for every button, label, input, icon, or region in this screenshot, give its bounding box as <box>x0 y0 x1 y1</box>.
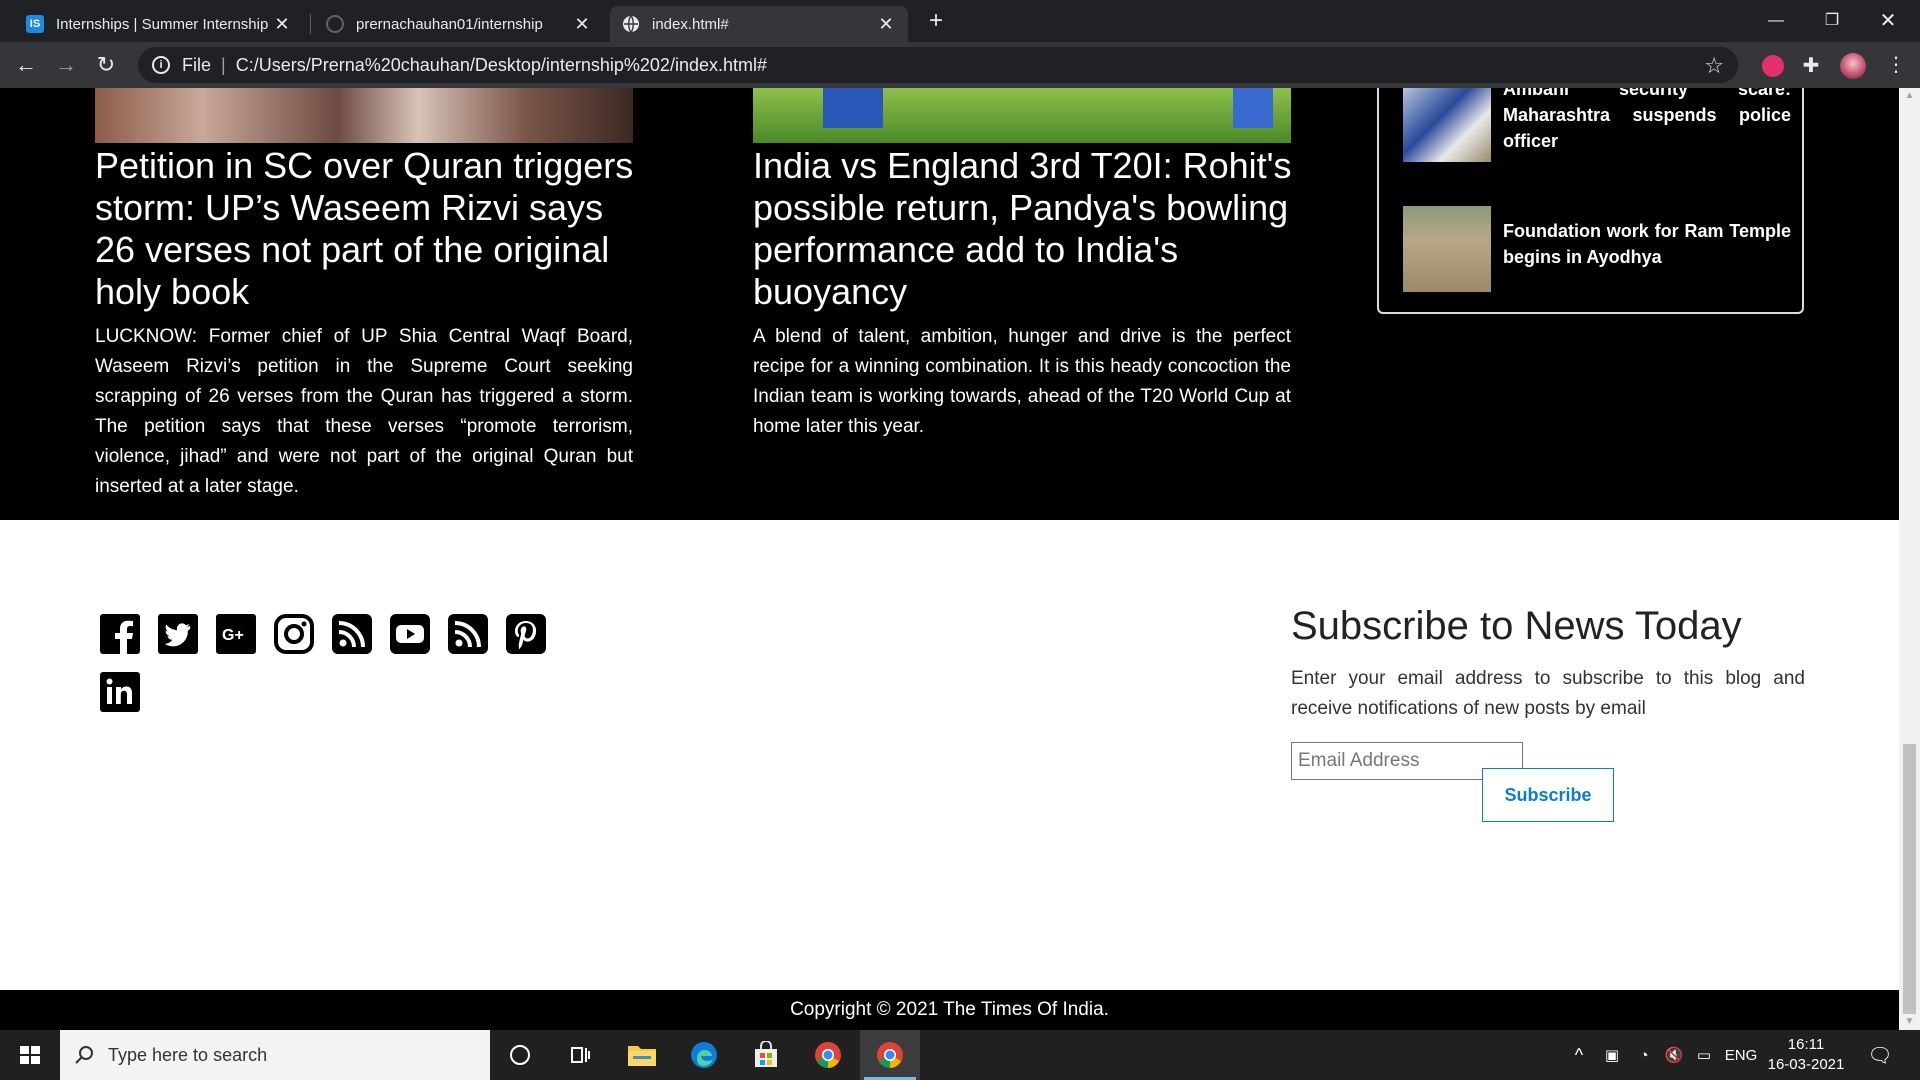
restore-button[interactable]: ❐ <box>1810 6 1854 36</box>
scroll-up-arrow-icon[interactable]: ▲ <box>1899 88 1920 104</box>
address-separator: | <box>221 54 226 75</box>
file-explorer-icon[interactable] <box>612 1030 672 1080</box>
tab-separator <box>310 14 311 34</box>
linkedin-icon[interactable] <box>98 670 142 714</box>
taskbar-search-box[interactable]: Type here to search <box>60 1030 490 1080</box>
close-tab-icon[interactable]: ✕ <box>572 14 592 35</box>
article-headline[interactable]: India vs England 3rd T20I: Rohit's possi… <box>753 145 1293 313</box>
copyright-bar: Copyright © 2021 The Times Of India. <box>0 990 1899 1030</box>
search-icon <box>75 1046 93 1064</box>
trending-thumbnail <box>1403 88 1491 162</box>
globe-icon <box>622 15 640 33</box>
back-button[interactable]: ← <box>12 51 40 79</box>
tab-title: Internships | Summer Internship <box>56 15 269 33</box>
meet-now-icon[interactable]: ▣ <box>1598 1030 1626 1080</box>
address-bar[interactable]: i File | C:/Users/Prerna%20chauhan/Deskt… <box>138 47 1738 83</box>
google-plus-icon[interactable]: G+ <box>214 612 258 656</box>
player-figure <box>1233 88 1273 128</box>
trending-title: Ambani security scare: Maharashtra suspe… <box>1503 88 1791 151</box>
article-body: A blend of talent, ambition, hunger and … <box>753 326 1291 437</box>
url-text: C:/Users/Prerna%20chauhan/Desktop/intern… <box>235 54 767 75</box>
youtube-icon[interactable] <box>388 612 432 656</box>
page-scrollbar[interactable]: ▲ ▼ <box>1899 88 1920 1030</box>
scheme-label: File <box>182 54 212 75</box>
tab-github[interactable]: prernachauhan01/internship ✕ <box>314 6 604 42</box>
windows-start-button[interactable] <box>0 1030 60 1080</box>
forward-button[interactable]: → <box>52 51 80 79</box>
chrome-active-window-icon[interactable] <box>860 1030 920 1080</box>
taskbar-search-placeholder: Type here to search <box>108 1044 268 1065</box>
svg-text:G+: G+ <box>222 627 244 644</box>
article-image-cricket[interactable] <box>753 88 1291 143</box>
article-body: LUCKNOW: Former chief of UP Shia Central… <box>95 326 633 497</box>
chrome-icon[interactable] <box>798 1030 858 1080</box>
twitter-icon[interactable] <box>156 612 200 656</box>
language-indicator[interactable]: ENG <box>1722 1030 1760 1080</box>
close-window-button[interactable]: ✕ <box>1866 6 1910 36</box>
bookmark-star-icon[interactable]: ☆ <box>1704 53 1724 79</box>
browser-toolbar: ← → ↻ i File | C:/Users/Prerna%20chauhan… <box>0 42 1920 88</box>
pinterest-icon[interactable] <box>504 612 548 656</box>
tab-title: prernachauhan01/internship <box>356 15 543 33</box>
subscribe-description: Enter your email address to subscribe to… <box>1291 668 1805 719</box>
rss-icon[interactable] <box>446 612 490 656</box>
subscribe-button[interactable]: Subscribe <box>1482 768 1614 822</box>
close-tab-icon[interactable]: ✕ <box>876 14 896 35</box>
article-headline[interactable]: Petition in SC over Quran triggers storm… <box>95 145 635 313</box>
instagram-extension-icon[interactable] <box>1762 55 1784 77</box>
subscribe-title: Subscribe to News Today <box>1291 604 1742 648</box>
edge-browser-icon[interactable] <box>674 1030 734 1080</box>
news-section: Petition in SC over Quran triggers storm… <box>0 88 1899 520</box>
browser-tab-bar: IS Internships | Summer Internship ✕ pre… <box>0 0 1920 42</box>
minimize-button[interactable]: — <box>1754 6 1798 36</box>
reload-button[interactable]: ↻ <box>92 51 120 79</box>
instagram-icon[interactable] <box>272 612 316 656</box>
action-center-icon[interactable]: 🗨 <box>1862 1030 1898 1080</box>
show-hidden-icons-chevron-icon[interactable]: ^ <box>1566 1030 1592 1080</box>
article-image-quran[interactable] <box>95 88 633 143</box>
clock[interactable]: 16:11 16-03-2021 <box>1764 1030 1848 1080</box>
github-icon <box>326 15 344 33</box>
trending-news-box: Ambani security scare: Maharashtra suspe… <box>1377 88 1804 314</box>
wifi-icon[interactable]: ◔ <box>1630 1030 1658 1080</box>
volume-muted-icon[interactable]: 🔇 <box>1660 1030 1688 1080</box>
trending-thumbnail <box>1403 206 1491 292</box>
new-tab-button[interactable]: + <box>922 8 950 36</box>
rss-icon[interactable] <box>330 612 374 656</box>
player-figure <box>823 88 883 128</box>
cortana-icon[interactable] <box>490 1030 550 1080</box>
facebook-icon[interactable] <box>98 612 142 656</box>
windows-taskbar: Type here to search ^ ▣ ◔ 🔇 ▭ ENG 16:11 … <box>0 1030 1920 1080</box>
close-tab-icon[interactable]: ✕ <box>272 14 292 35</box>
site-info-icon[interactable]: i <box>152 56 170 74</box>
battery-icon[interactable]: ▭ <box>1690 1030 1718 1080</box>
trending-title: Foundation work for Ram Temple begins in… <box>1503 221 1791 267</box>
scroll-down-arrow-icon[interactable]: ▼ <box>1899 1014 1920 1030</box>
page-viewport: Petition in SC over Quran triggers storm… <box>0 88 1899 1030</box>
extensions-puzzle-icon[interactable]: ✚ <box>1800 55 1822 77</box>
clock-date: 16-03-2021 <box>1767 1056 1845 1073</box>
browser-menu-icon[interactable]: ⋮ <box>1882 51 1910 79</box>
task-view-icon[interactable] <box>550 1030 610 1080</box>
tab-title: index.html# <box>652 15 729 33</box>
clock-time: 16:11 <box>1787 1036 1825 1053</box>
internshala-favicon-icon: IS <box>26 15 44 33</box>
microsoft-store-icon[interactable] <box>736 1030 796 1080</box>
scrollbar-thumb[interactable] <box>1903 744 1916 1014</box>
tab-internshala[interactable]: IS Internships | Summer Internship ✕ <box>14 6 304 42</box>
tab-index[interactable]: index.html# ✕ <box>610 6 908 42</box>
profile-avatar[interactable] <box>1840 53 1866 79</box>
footer-section: G+ Subscribe to News Today Enter your em… <box>0 520 1899 990</box>
